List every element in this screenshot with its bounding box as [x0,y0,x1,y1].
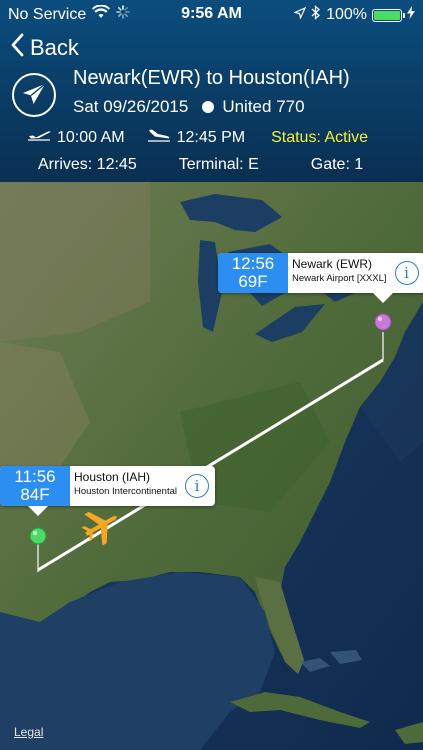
callout-tail [373,293,393,303]
houston-temperature: 84F [20,485,50,504]
battery-percent: 100% [326,6,367,23]
newark-pin-icon [374,313,392,331]
charging-bolt-icon [407,6,415,24]
bluetooth-icon [311,5,321,25]
newark-airport-name: Newark Airport [XXXL] [292,273,387,284]
newark-temperature: 69F [238,272,268,291]
flight-header: No Service 9:56 AM 100% Back Newark(EWR)… [0,0,423,182]
houston-airport-code: Houston (IAH) [74,470,151,484]
back-label: Back [30,35,79,60]
houston-info-button[interactable]: i [184,474,209,498]
times-row: 10:00 AM 12:45 PM Status: Active [27,128,368,147]
houston-airport-name: Houston Intercontinental [74,486,177,497]
chevron-left-icon [10,33,24,63]
newark-info-button[interactable]: i [394,261,419,285]
houston-callout[interactable]: 11:56 84F Houston (IAH) Houston Intercon… [0,466,215,516]
newark-weather-box: 12:56 69F [218,253,288,293]
newark-airport-code: Newark (EWR) [292,257,372,271]
arrives-label: Arrives: 12:45 [38,156,137,173]
depart-time: 10:00 AM [57,128,125,146]
houston-local-time: 11:56 [14,467,56,486]
flight-map[interactable]: 12:56 69F Newark (EWR) Newark Airport [X… [0,182,423,750]
legal-link[interactable]: Legal [14,725,43,739]
terminal-label: Terminal: E [178,156,259,173]
takeoff-icon [27,128,51,147]
flight-date: Sat 09/26/2015 [73,97,189,116]
newark-callout[interactable]: 12:56 69F Newark (EWR) Newark Airport [X… [218,253,423,303]
houston-pin-icon [29,527,47,545]
arrival-info-row: Arrives: 12:45 Terminal: E Gate: 1 [38,156,363,174]
back-button[interactable]: Back [10,33,79,63]
bullet-icon [202,101,215,113]
paper-plane-icon [12,73,56,117]
gate-label: Gate: 1 [310,156,364,173]
arrive-time: 12:45 PM [176,128,246,146]
landing-icon [147,128,171,147]
flight-number: United 770 [222,97,305,116]
newark-local-time: 12:56 [231,254,275,273]
route-title: Newark(EWR) to Houston(IAH) [73,67,350,89]
battery-icon [372,8,405,22]
callout-tail [28,506,48,516]
houston-weather-box: 11:56 84F [0,466,70,506]
status-bar: No Service 9:56 AM 100% [0,0,423,28]
battery-fill [374,10,400,20]
flight-date-row: Sat 09/26/2015 United 770 [73,97,305,117]
flight-status: Status: Active [271,128,369,146]
location-arrow-icon [293,6,307,24]
